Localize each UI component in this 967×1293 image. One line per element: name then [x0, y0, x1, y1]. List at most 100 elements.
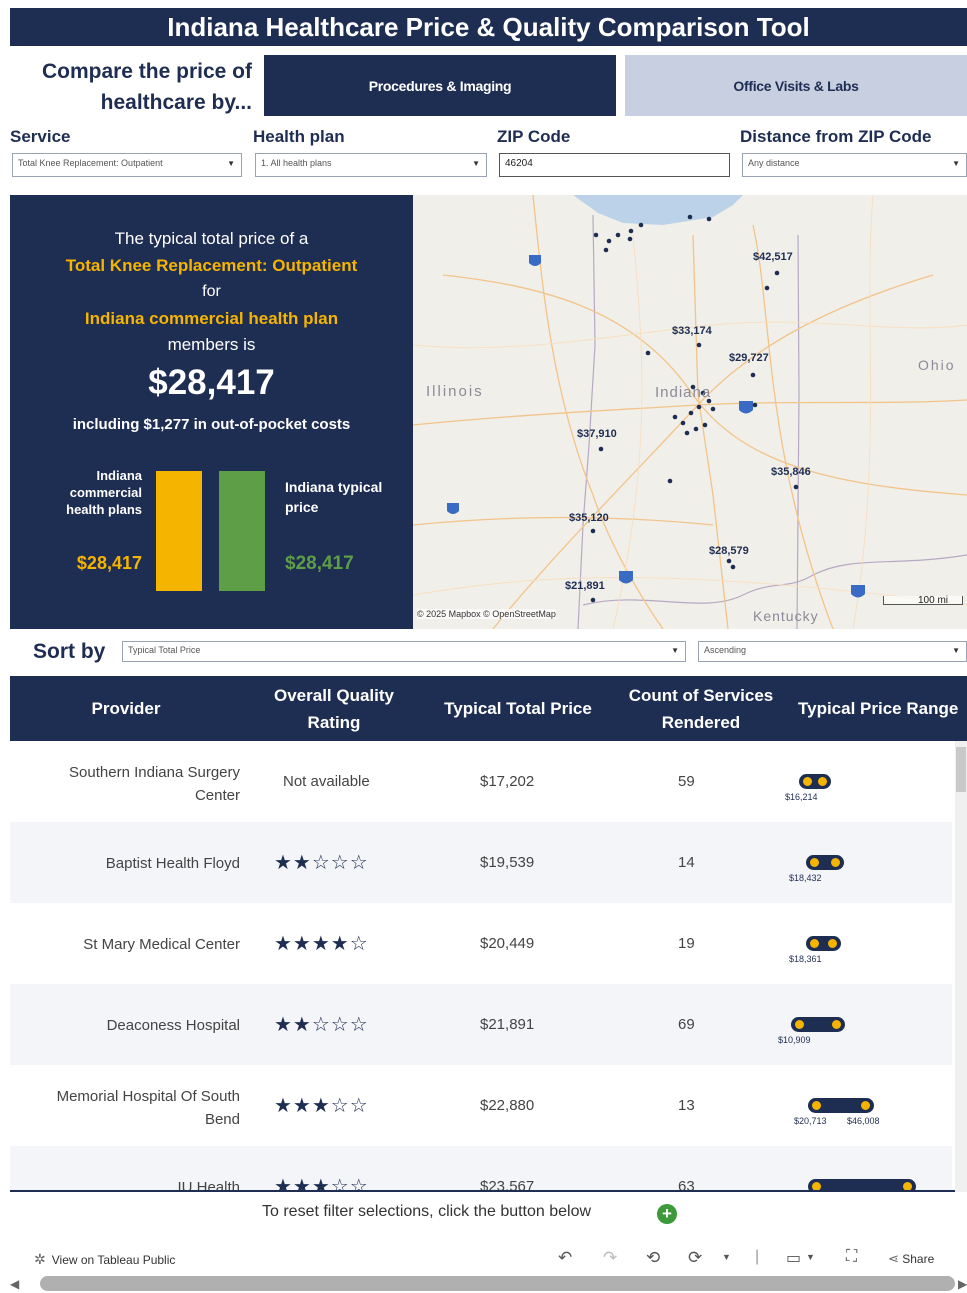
view-on-tableau-link[interactable]: ✲ View on Tableau Public — [34, 1251, 175, 1268]
service-dropdown[interactable]: Total Knee Replacement: Outpatient ▼ — [12, 153, 242, 177]
map-canvas — [413, 195, 967, 629]
plus-icon: + — [662, 1204, 672, 1223]
col-range[interactable]: Typical Price Range — [792, 676, 967, 741]
range-low-label: $18,432 — [789, 873, 822, 883]
service-count: 19 — [678, 935, 695, 952]
map-label-illinois: Illinois — [426, 383, 484, 400]
sort-by-label: Sort by — [33, 640, 106, 663]
range-high-dot — [832, 1020, 841, 1029]
redo-icon[interactable]: ↷ — [603, 1248, 617, 1268]
range-high-dot — [818, 777, 827, 786]
horizontal-scrollbar-thumb[interactable] — [40, 1276, 955, 1291]
provider-name: Baptist Health Floyd — [105, 855, 240, 872]
range-low-label: $20,713 — [794, 1116, 827, 1126]
range-low-dot — [812, 1182, 821, 1190]
col-quality[interactable]: Overall Quality Rating — [242, 676, 426, 741]
horizontal-scrollbar[interactable]: ◀ ▶ — [10, 1274, 967, 1293]
interstate-shields — [447, 255, 865, 598]
sort-order-dropdown[interactable]: Ascending ▼ — [698, 641, 967, 662]
share-button[interactable]: ⋖ Share — [888, 1251, 934, 1267]
service-count: 63 — [678, 1178, 695, 1192]
zip-code-input[interactable]: 46204 — [499, 153, 730, 177]
price-range-bar — [791, 1017, 845, 1032]
refresh-icon[interactable]: ⟳ — [688, 1248, 702, 1268]
distance-dropdown-value: Any distance — [748, 158, 800, 168]
chevron-down-icon[interactable]: ▼ — [806, 1252, 815, 1262]
map-attribution[interactable]: © 2025 Mapbox © OpenStreetMap — [417, 609, 556, 619]
state-border — [577, 214, 596, 629]
service-count: 59 — [678, 773, 695, 790]
compare-line-1: Compare the price of — [41, 60, 252, 83]
scrollbar-thumb[interactable] — [956, 747, 966, 792]
map-label-ohio: Ohio — [918, 357, 956, 373]
summary-plan: Indiana commercial health plan — [84, 309, 339, 328]
bar-indiana-typical — [219, 471, 265, 591]
table-row[interactable]: Memorial Hospital Of South Bend ★★★☆☆ $2… — [10, 1065, 952, 1146]
revert-icon[interactable]: ⟲ — [646, 1248, 660, 1268]
provider-name-line: Bend — [204, 1111, 240, 1128]
provider-name: Memorial Hospital Of South Bend — [20, 1085, 240, 1131]
distance-filter-label: Distance from ZIP Code — [740, 127, 932, 146]
chevron-down-icon[interactable]: ▼ — [722, 1252, 731, 1262]
table-row[interactable]: Deaconess Hospital ★★☆☆☆ $21,891 69 $10,… — [10, 984, 952, 1065]
distance-dropdown[interactable]: Any distance ▼ — [742, 153, 967, 177]
typical-price: $21,891 — [480, 1016, 535, 1033]
dropdown-arrow-icon: ▼ — [671, 646, 679, 655]
bar-right-label-line: Indiana typical — [285, 479, 383, 495]
col-provider[interactable]: Provider — [10, 676, 242, 741]
health-plan-dropdown[interactable]: 1. All health plans ▼ — [255, 153, 487, 177]
sort-field-dropdown[interactable]: Typical Total Price ▼ — [122, 641, 686, 662]
quality-rating-text: Not available — [283, 773, 370, 790]
price-range-bar — [799, 774, 831, 789]
bar-right-label: Indiana typical price — [285, 477, 405, 517]
typical-price: $22,880 — [480, 1097, 535, 1114]
table-row[interactable]: Baptist Health Floyd ★★☆☆☆ $19,539 14 $1… — [10, 822, 952, 903]
view-on-tableau-label: View on Tableau Public — [51, 1252, 176, 1267]
service-count: 69 — [678, 1016, 695, 1033]
undo-icon[interactable]: ↶ — [558, 1248, 572, 1268]
compare-line-2: healthcare by... — [100, 91, 252, 114]
tab-procedures-imaging[interactable]: Procedures & Imaging — [264, 55, 616, 116]
typical-price: $23,567 — [480, 1178, 535, 1192]
provider-name-line: Southern Indiana Surgery — [69, 764, 240, 781]
sort-field-value: Typical Total Price — [128, 645, 201, 655]
provider-table: Southern Indiana Surgery Center Not avai… — [10, 741, 967, 1192]
price-summary-panel: The typical total price of a Total Knee … — [10, 195, 413, 629]
provider-map[interactable]: Illinois Indiana Ohio Kentucky $42,517 $… — [413, 195, 967, 629]
tab-office-visits-labs[interactable]: Office Visits & Labs — [625, 55, 967, 116]
scroll-left-icon[interactable]: ◀ — [10, 1277, 19, 1291]
state-border — [796, 234, 800, 629]
range-low-dot — [812, 1101, 821, 1110]
table-row[interactable]: St Mary Medical Center ★★★★☆ $20,449 19 … — [10, 903, 952, 984]
typical-price: $17,202 — [480, 773, 535, 790]
bar-right-value: $28,417 — [285, 553, 354, 574]
table-header: Provider Overall Quality Rating Typical … — [10, 676, 967, 741]
map-price-label: $21,891 — [565, 580, 605, 592]
bar-right-label-line: price — [285, 499, 319, 515]
health-plan-filter-label: Health plan — [253, 127, 345, 146]
comment-icon[interactable]: ▭ — [786, 1248, 801, 1268]
range-low-dot — [795, 1020, 804, 1029]
typical-price: $19,539 — [480, 854, 535, 871]
col-count[interactable]: Count of Services Rendered — [610, 676, 792, 741]
bar-left-label: Indiana commercial health plans — [30, 467, 142, 518]
map-scale-label: 100 mi — [918, 595, 949, 606]
table-row[interactable]: IU Health ★★★☆☆ $23,567 63 — [10, 1146, 952, 1192]
map-price-label: $35,846 — [771, 466, 811, 478]
bar-left-label-line: health plans — [66, 502, 142, 517]
col-price[interactable]: Typical Total Price — [426, 676, 610, 741]
summary-members: members is — [167, 335, 256, 354]
fullscreen-icon[interactable]: ⛶ — [846, 1248, 857, 1266]
health-plan-dropdown-value: 1. All health plans — [261, 158, 332, 168]
reset-instructions: To reset filter selections, click the bu… — [262, 1203, 592, 1220]
toolbar-divider: | — [755, 1248, 760, 1265]
bar-left-label-line: commercial — [69, 485, 142, 500]
reset-button[interactable]: + — [657, 1204, 677, 1224]
sort-order-value: Ascending — [704, 645, 747, 655]
tableau-toolbar: ✲ View on Tableau Public ↶ ↷ ⟲ ⟳ ▼ | ▭ ▼… — [0, 1245, 967, 1273]
price-range-bar — [806, 855, 844, 870]
table-row[interactable]: Southern Indiana Surgery Center Not avai… — [10, 741, 952, 822]
table-scrollbar[interactable] — [955, 741, 967, 1192]
col-count-line: Count of Services — [628, 685, 774, 705]
scroll-right-icon[interactable]: ▶ — [958, 1277, 967, 1291]
